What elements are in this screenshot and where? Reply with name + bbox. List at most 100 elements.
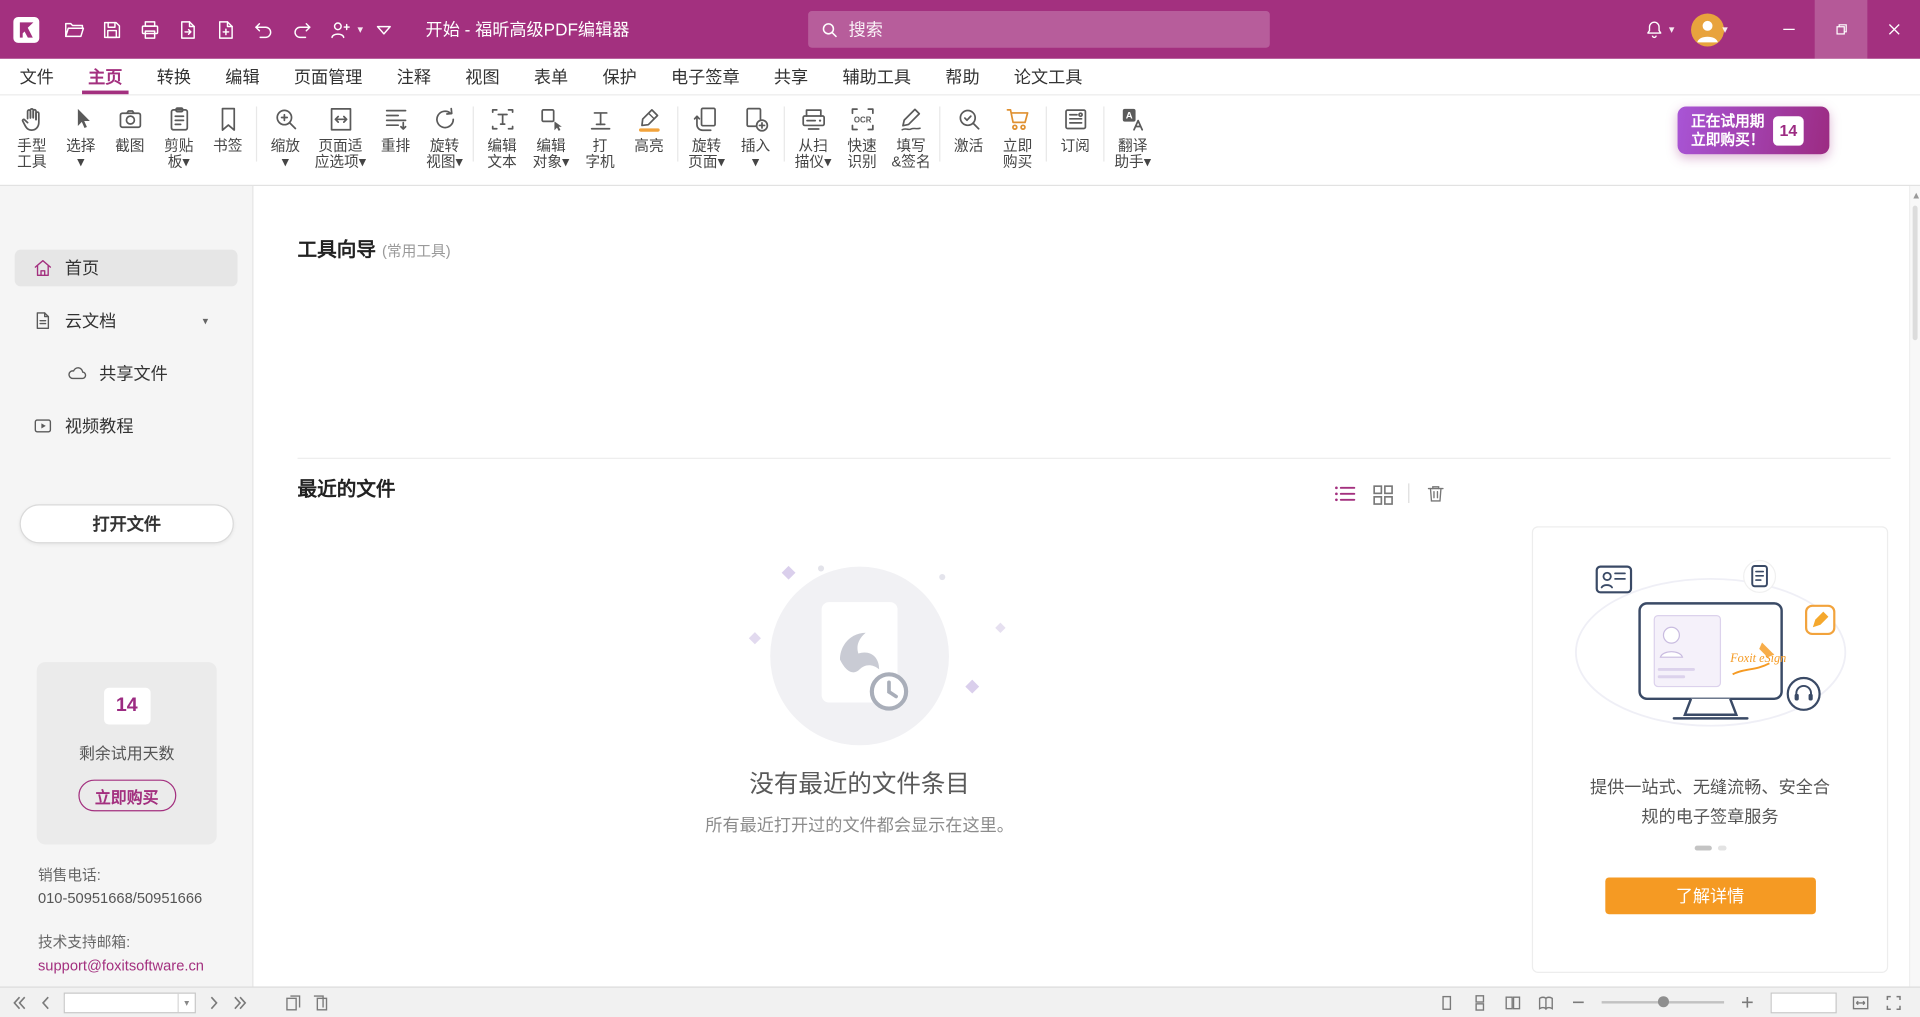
vertical-scrollbar[interactable]: ▲ [1909,186,1920,986]
scrollbar-thumb[interactable] [1913,206,1918,341]
print-button[interactable] [132,11,166,48]
support-email-label: 技术支持邮箱: [38,934,204,952]
ribbon-subscribe-button[interactable]: 订阅 [1051,102,1100,156]
zoom-slider[interactable] [1602,994,1724,1011]
ribbon-reflow-button[interactable]: 重排 [371,102,420,156]
menu-tab-paper-tools[interactable]: 论文工具 [997,59,1100,94]
carousel-dot[interactable] [1717,846,1726,851]
menu-tab-protect[interactable]: 保护 [585,59,654,94]
menu-tab-organize[interactable]: 页面管理 [277,59,380,94]
single-page-view-button[interactable] [1438,993,1456,1011]
sidebar-item-home[interactable]: 首页 [15,250,238,287]
ribbon-zoom-button[interactable]: 缩放 ▾ [261,102,310,172]
ribbon-edit-object-button[interactable]: 编辑 对象▾ [527,102,576,172]
scroll-up-icon[interactable]: ▲ [1911,190,1920,201]
menu-tab-accessibility[interactable]: 辅助工具 [825,59,928,94]
buy-now-button[interactable]: 立即购买 [78,780,176,812]
ribbon-fit-page-options-button[interactable]: 页面适 应选项▾ [310,102,371,172]
menu-tab-form[interactable]: 表单 [517,59,586,94]
account-caret-icon[interactable]: ▾ [1722,23,1728,36]
ribbon-bookmark-button[interactable]: 书签 [203,102,252,156]
search-input[interactable] [849,20,1258,40]
list-view-button[interactable] [1331,481,1355,505]
ribbon-separator [256,106,257,161]
share-collab-caret-icon[interactable]: ▾ [358,23,364,36]
undo-button[interactable] [246,11,280,48]
fullscreen-button[interactable] [1884,993,1902,1011]
zoom-slider-thumb[interactable] [1658,996,1669,1007]
zoom-out-button[interactable] [1570,994,1587,1011]
menu-tab-help[interactable]: 帮助 [928,59,997,94]
export-pdf-button[interactable] [170,11,204,48]
fit-width-button[interactable] [1851,993,1869,1011]
last-page-button[interactable] [231,993,249,1011]
menu-tab-home[interactable]: 主页 [71,59,140,94]
menu-tab-view[interactable]: 视图 [448,59,517,94]
minimize-button[interactable] [1762,0,1815,59]
ribbon-select-button[interactable]: 选择 ▾ [56,102,105,172]
next-view-button[interactable] [311,993,329,1011]
menu-tab-comment[interactable]: 注释 [380,59,449,94]
zoom-percent-input[interactable] [1772,993,1836,1011]
contact-info: 销售电话: 010-50951668/50951666 技术支持邮箱: supp… [38,866,204,975]
ribbon-typewriter-button[interactable]: 打 字机 [576,102,625,172]
menu-tab-edit[interactable]: 编辑 [208,59,277,94]
previous-view-button[interactable] [284,993,302,1011]
ribbon-highlight-button[interactable]: 高亮 [625,102,674,156]
esign-promo-panel: Foxit eSign [1532,526,1888,973]
sidebar-item-cloud-docs[interactable]: 云文档▾ [15,302,238,339]
create-pdf-button[interactable] [208,11,242,48]
sidebar-item-video-tutorials[interactable]: 视频教程 [15,408,238,445]
share-collab-button[interactable] [322,11,356,48]
menu-tab-esign[interactable]: 电子签章 [654,59,757,94]
page-dropdown-caret-icon[interactable]: ▾ [178,993,195,1011]
ribbon-translate-assistant-button[interactable]: A翻译 助手▾ [1108,102,1157,172]
redo-button[interactable] [284,11,318,48]
ribbon-hand-tool-button[interactable]: 手型 工具 [7,102,56,172]
menu-tab-share[interactable]: 共享 [757,59,826,94]
ribbon-edit-text-button[interactable]: 编辑 文本 [478,102,527,172]
book-view-button[interactable] [1537,993,1555,1011]
ribbon-from-scanner-button[interactable]: 从扫 描仪▾ [789,102,838,172]
zoom-in-button[interactable] [1739,994,1756,1011]
menu-tab-file[interactable]: 文件 [2,59,71,94]
carousel-dots[interactable] [1694,846,1726,851]
previous-page-button[interactable] [37,993,55,1011]
open-file-button[interactable] [56,11,90,48]
ribbon-rotate-pages-button[interactable]: 旋转 页面▾ [682,102,731,172]
learn-more-button[interactable]: 了解详情 [1605,877,1816,914]
ribbon-fill-sign-button[interactable]: 填写 &签名 [887,102,936,172]
ribbon-quick-ocr-button[interactable]: OCR快速 识别 [838,102,887,172]
ribbon-insert-button[interactable]: 插入 ▾ [731,102,780,172]
continuous-view-button[interactable] [1471,993,1489,1011]
restore-button[interactable] [1815,0,1868,59]
ribbon-rotate-view-button[interactable]: 旋转 视图▾ [420,102,469,172]
support-email-link[interactable]: support@foxitsoftware.cn [38,957,204,975]
user-avatar[interactable] [1692,13,1725,46]
open-file-button[interactable]: 打开文件 [20,504,234,543]
trial-badge[interactable]: 正在试用期 立即购买！ 14 [1678,106,1830,154]
ribbon-activate-button[interactable]: 激活 [944,102,993,156]
notifications-caret-icon[interactable]: ▾ [1669,23,1675,36]
first-page-button[interactable] [10,993,28,1011]
collapse-ribbon-button[interactable] [367,11,401,48]
ribbon-clipboard-button[interactable]: 剪贴 板▾ [154,102,203,172]
notifications-button[interactable] [1637,11,1671,48]
save-button[interactable] [94,11,128,48]
menu-tab-convert[interactable]: 转换 [140,59,209,94]
ribbon-snapshot-button[interactable]: 截图 [105,102,154,156]
ribbon-separator [473,106,474,161]
ribbon-buy-now-button[interactable]: 立即 购买 [993,102,1042,172]
close-button[interactable] [1867,0,1920,59]
search-box[interactable] [808,11,1270,48]
sidebar-item-shared-files[interactable]: 共享文件 [15,355,238,392]
edit-object-icon [536,103,567,135]
expand-caret-icon[interactable]: ▾ [203,314,209,327]
hand-icon [17,103,48,135]
grid-view-button[interactable] [1370,482,1393,505]
page-number-input[interactable] [65,995,178,1010]
clear-recent-button[interactable] [1424,482,1447,505]
next-page-button[interactable] [204,993,222,1011]
carousel-dot-active[interactable] [1694,846,1711,851]
facing-view-button[interactable] [1504,993,1522,1011]
